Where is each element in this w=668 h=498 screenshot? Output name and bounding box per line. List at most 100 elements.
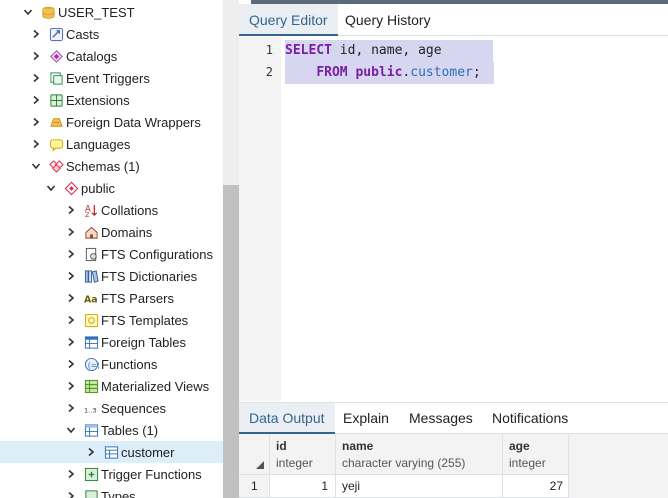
sequences-icon: 1..3 bbox=[83, 400, 99, 416]
chevron-right-icon[interactable] bbox=[65, 490, 77, 498]
tree-item-label: Schemas (1) bbox=[66, 158, 140, 174]
foreign-data-wrappers-icon bbox=[48, 114, 64, 130]
svg-text:(=): (=) bbox=[87, 360, 98, 369]
fts-parsers-icon: Aa bbox=[83, 290, 99, 306]
tree-item-fts-parsers[interactable]: Aa FTS Parsers bbox=[0, 287, 223, 309]
chevron-right-icon[interactable] bbox=[65, 270, 77, 282]
column-type: integer bbox=[509, 456, 546, 470]
chevron-right-icon[interactable] bbox=[85, 446, 97, 458]
chevron-right-icon[interactable] bbox=[30, 28, 42, 40]
fts-configurations-icon bbox=[83, 246, 99, 262]
table-cell-id[interactable]: 1 bbox=[270, 475, 336, 498]
chevron-down-icon[interactable] bbox=[30, 160, 42, 172]
tree-item-label: Collations bbox=[101, 202, 159, 218]
tree-item-label: Sequences bbox=[101, 400, 167, 416]
tab-messages[interactable]: Messages bbox=[399, 403, 483, 434]
tree-item-collations[interactable]: A Z Collations bbox=[0, 199, 223, 221]
tree-item-domains[interactable]: Domains bbox=[0, 221, 223, 243]
chevron-right-icon[interactable] bbox=[65, 358, 77, 370]
column-header-name[interactable]: name character varying (255) bbox=[336, 434, 503, 475]
tree-item-materialized-views[interactable]: Materialized Views bbox=[0, 375, 223, 397]
types-icon bbox=[83, 488, 99, 498]
tree-item-label: Materialized Views bbox=[101, 378, 210, 394]
table-cell-name[interactable]: yeji bbox=[336, 475, 503, 498]
tree-item-catalogs[interactable]: Catalogs bbox=[0, 45, 223, 67]
fts-dictionaries-icon bbox=[83, 268, 99, 284]
tree-item-foreign-data-wrappers[interactable]: Foreign Data Wrappers bbox=[0, 111, 223, 133]
chevron-right-icon[interactable] bbox=[65, 292, 77, 304]
chevron-right-icon[interactable] bbox=[30, 116, 42, 128]
chevron-right-icon[interactable] bbox=[30, 138, 42, 150]
tree-scrollbar[interactable] bbox=[223, 0, 239, 498]
tab-explain[interactable]: Explain bbox=[333, 403, 399, 434]
line-number: 1 bbox=[265, 43, 273, 57]
tree-item-label: Catalogs bbox=[66, 48, 118, 64]
tree-item-languages[interactable]: Languages bbox=[0, 133, 223, 155]
foreign-tables-icon bbox=[83, 334, 99, 350]
tree-item-extensions[interactable]: Extensions bbox=[0, 89, 223, 111]
tab-query-history[interactable]: Query History bbox=[335, 4, 441, 36]
tree-item-label: FTS Templates bbox=[101, 312, 189, 328]
chevron-right-icon[interactable] bbox=[65, 468, 77, 480]
cell-value: 1 bbox=[321, 479, 328, 493]
chevron-down-icon[interactable] bbox=[22, 6, 34, 18]
code-line-2[interactable]: FROM public.customer; bbox=[285, 62, 494, 84]
tree-item-event-triggers[interactable]: Event Triggers bbox=[0, 67, 223, 89]
code-line-1[interactable]: SELECT id, name, age bbox=[285, 40, 493, 62]
tree-item-fts-dictionaries[interactable]: FTS Dictionaries bbox=[0, 265, 223, 287]
column-type: integer bbox=[276, 456, 313, 470]
chevron-right-icon[interactable] bbox=[65, 402, 77, 414]
results-tab-bar: Data Output Explain Messages Notificatio… bbox=[239, 402, 668, 434]
chevron-right-icon[interactable] bbox=[30, 50, 42, 62]
chevron-right-icon[interactable] bbox=[65, 314, 77, 326]
tree-item-sequences[interactable]: 1..3 Sequences bbox=[0, 397, 223, 419]
tree-item-trigger-functions[interactable]: Trigger Functions bbox=[0, 463, 223, 485]
tree-item-fts-templates[interactable]: FTS Templates bbox=[0, 309, 223, 331]
tab-notifications[interactable]: Notifications bbox=[482, 403, 578, 434]
tree-item-schemas-1[interactable]: Schemas (1) bbox=[0, 155, 223, 177]
chevron-right-icon[interactable] bbox=[65, 204, 77, 216]
sql-editor[interactable]: 1 2 SELECT id, name, age FROM public.cus… bbox=[239, 37, 668, 401]
column-header-age[interactable]: age integer bbox=[503, 434, 569, 475]
tree-item-label: Extensions bbox=[66, 92, 130, 108]
database-icon bbox=[40, 4, 56, 20]
cell-value: yeji bbox=[342, 479, 361, 493]
tree-item-public[interactable]: public bbox=[0, 177, 223, 199]
schema-public-icon bbox=[63, 180, 79, 196]
chevron-down-icon[interactable] bbox=[45, 182, 57, 194]
table-cell-age[interactable]: 27 bbox=[503, 475, 569, 498]
tree-scrollbar-thumb[interactable] bbox=[223, 185, 239, 498]
chevron-right-icon[interactable] bbox=[30, 94, 42, 106]
chevron-right-icon[interactable] bbox=[30, 72, 42, 84]
chevron-right-icon[interactable] bbox=[65, 248, 77, 260]
grid-corner-cell[interactable] bbox=[239, 434, 270, 475]
chevron-right-icon[interactable] bbox=[65, 336, 77, 348]
svg-text:Z: Z bbox=[84, 211, 89, 218]
tree-item-types[interactable]: Types bbox=[0, 485, 223, 498]
tree-item-label: customer bbox=[121, 444, 175, 460]
extensions-icon bbox=[48, 92, 64, 108]
tree-item-label: USER_TEST bbox=[58, 4, 135, 20]
chevron-right-icon[interactable] bbox=[65, 226, 77, 238]
tree-item-label: Foreign Tables bbox=[101, 334, 187, 350]
tab-data-output[interactable]: Data Output bbox=[239, 403, 335, 434]
tree-item-user-test[interactable]: USER_TEST bbox=[0, 1, 223, 23]
tab-query-editor[interactable]: Query Editor bbox=[239, 4, 338, 36]
chevron-down-icon[interactable] bbox=[65, 424, 77, 436]
tree-item-fts-configurations[interactable]: FTS Configurations bbox=[0, 243, 223, 265]
chevron-right-icon[interactable] bbox=[65, 380, 77, 392]
tree-item-casts[interactable]: Casts bbox=[0, 23, 223, 45]
tree-item-tables-1[interactable]: Tables (1) bbox=[0, 419, 223, 441]
tree-item-foreign-tables[interactable]: Foreign Tables bbox=[0, 331, 223, 353]
tree-item-functions[interactable]: (=) Functions bbox=[0, 353, 223, 375]
languages-icon bbox=[48, 136, 64, 152]
sort-corner-icon bbox=[256, 461, 264, 469]
editor-tab-bar: Query Editor Query History bbox=[239, 4, 668, 36]
row-number-cell[interactable]: 1 bbox=[239, 475, 270, 498]
domains-icon bbox=[83, 224, 99, 240]
column-header-id[interactable]: id integer bbox=[270, 434, 336, 475]
column-name: id bbox=[276, 439, 287, 453]
object-browser-tree: USER_TEST Casts Catalogs Event Triggers Exte… bbox=[0, 0, 223, 498]
tree-item-label: Languages bbox=[66, 136, 131, 152]
tree-item-customer[interactable]: customer bbox=[0, 441, 223, 463]
